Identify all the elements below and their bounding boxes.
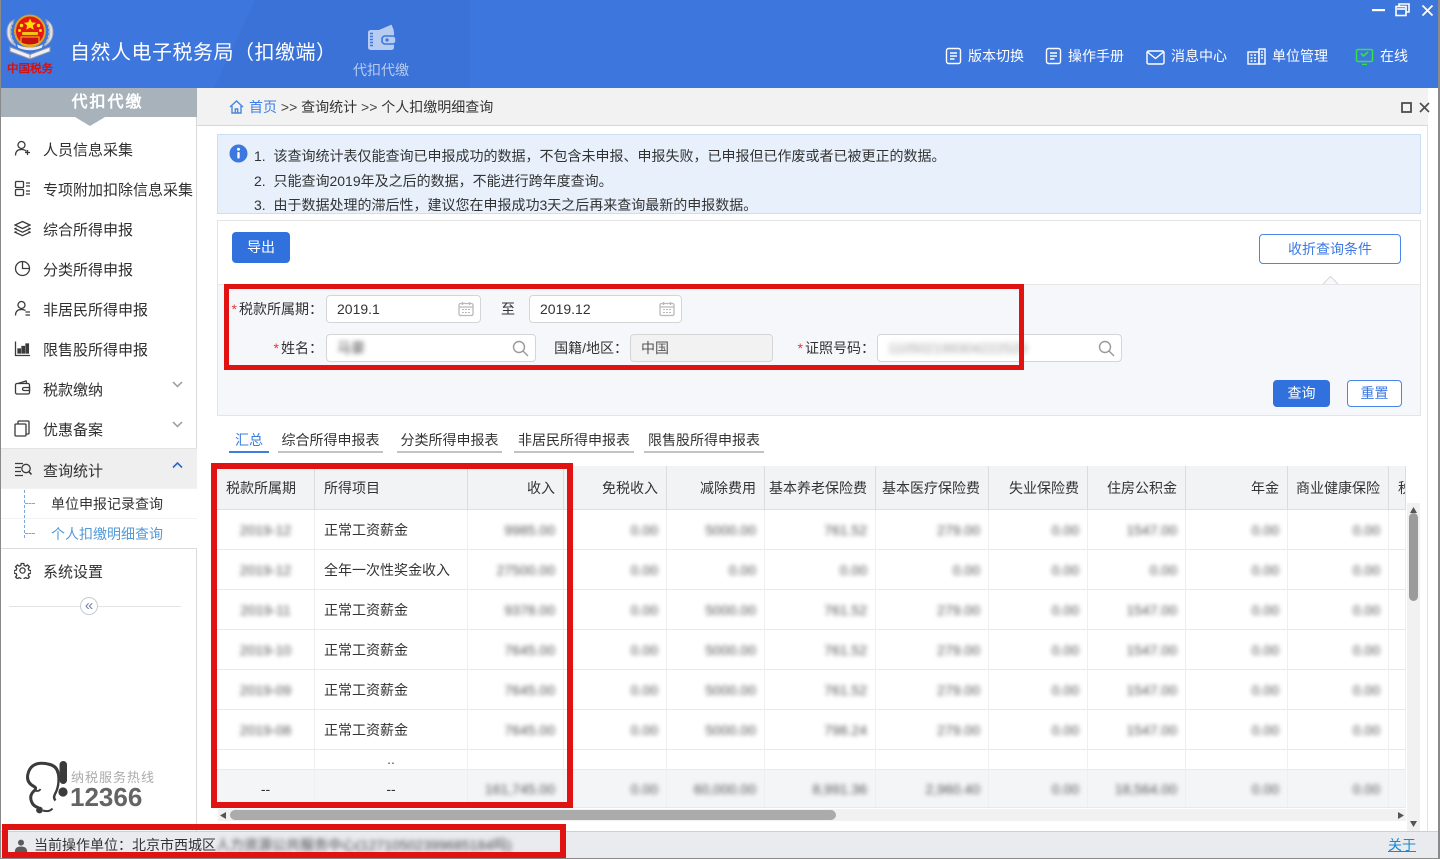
svg-text:中国税务: 中国税务: [7, 61, 54, 75]
